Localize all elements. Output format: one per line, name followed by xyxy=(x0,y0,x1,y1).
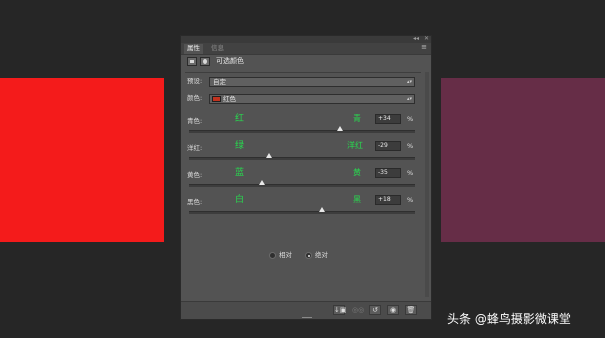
view-previous-icon[interactable]: ◎◎ xyxy=(351,305,364,315)
slider-thumb[interactable] xyxy=(259,180,266,185)
slider-thumb[interactable] xyxy=(266,153,273,158)
slider-row: 青色: 红 青 +34% xyxy=(187,113,419,137)
slider-value-input[interactable]: +18 xyxy=(375,195,401,205)
mask-icon[interactable] xyxy=(200,57,210,66)
slider-thumb[interactable] xyxy=(319,207,326,212)
slider-track[interactable] xyxy=(189,211,415,214)
slider-name: 青色: xyxy=(187,117,203,125)
absolute-radio[interactable] xyxy=(305,252,312,259)
slider-left-color-label: 蓝 xyxy=(235,168,245,178)
color-value: 红色 xyxy=(223,95,236,103)
slider-row: 黑色: 白 黑 +18% xyxy=(187,194,419,218)
adjustment-title: 可选颜色 xyxy=(216,57,244,65)
color-label: 颜色: xyxy=(187,94,203,102)
slider-value-input[interactable]: -35 xyxy=(375,168,401,178)
tab-info[interactable]: 信息 xyxy=(208,44,227,53)
chevron-updown-icon: ▴▾ xyxy=(406,79,412,85)
original-red-swatch xyxy=(0,78,164,242)
slider-track[interactable] xyxy=(189,130,415,133)
slider-right-color-label: 青 xyxy=(353,114,361,123)
collapse-icon[interactable]: ◂◂ xyxy=(413,35,419,43)
chevron-updown-icon: ▴▾ xyxy=(406,96,412,102)
adjustment-header: 可选颜色 xyxy=(187,56,417,70)
slider-left-color-label: 绿 xyxy=(235,141,245,151)
panel-menu-icon[interactable]: ≡ xyxy=(421,43,427,51)
adjustment-layer-icon xyxy=(187,57,197,66)
adjusted-color-swatch xyxy=(441,78,605,242)
slider-left-color-label: 红 xyxy=(235,114,245,124)
tab-properties[interactable]: 属性 xyxy=(184,44,203,54)
resize-grip[interactable] xyxy=(302,317,312,318)
slider-thumb[interactable] xyxy=(337,126,344,131)
slider-left-color-label: 白 xyxy=(235,195,245,205)
percent-label: % xyxy=(407,115,414,123)
panel-titlebar: ◂◂ ✕ xyxy=(181,35,431,43)
slider-name: 黄色: xyxy=(187,171,203,179)
panel-scrollbar[interactable] xyxy=(425,72,429,297)
trash-icon[interactable]: 🗑 xyxy=(405,305,417,315)
slider-row: 黄色: 蓝 黄 -35% xyxy=(187,167,419,191)
reset-icon[interactable]: ↺ xyxy=(369,305,381,315)
slider-value-input[interactable]: +34 xyxy=(375,114,401,124)
slider-track[interactable] xyxy=(189,157,415,160)
slider-right-color-label: 黄 xyxy=(353,168,361,177)
slider-track[interactable] xyxy=(189,184,415,187)
panel-tabs: 属性 信息 ≡ xyxy=(181,43,431,55)
relative-radio[interactable] xyxy=(269,252,276,259)
slider-value-input[interactable]: -29 xyxy=(375,141,401,151)
percent-label: % xyxy=(407,196,414,204)
slider-name: 洋红: xyxy=(187,144,203,152)
slider-right-color-label: 洋红 xyxy=(347,141,363,150)
absolute-label: 绝对 xyxy=(315,251,328,259)
red-color-chip xyxy=(212,96,221,102)
preset-value: 自定 xyxy=(213,78,226,86)
slider-name: 黑色: xyxy=(187,198,203,206)
close-icon[interactable]: ✕ xyxy=(424,35,429,43)
method-radio-group: 相对 绝对 xyxy=(181,251,433,263)
watermark-text: 头条 @蜂鸟摄影微课堂 xyxy=(447,312,571,326)
percent-label: % xyxy=(407,142,414,150)
relative-label: 相对 xyxy=(279,251,292,259)
preset-label: 预设: xyxy=(187,77,203,85)
preset-dropdown[interactable]: 自定 ▴▾ xyxy=(209,77,415,87)
panel-footer: ↓▣ ◎◎ ↺ ◉ 🗑 xyxy=(181,301,431,319)
slider-right-color-label: 黑 xyxy=(353,195,361,204)
color-dropdown[interactable]: 红色 ▴▾ xyxy=(209,94,415,104)
slider-row: 洋红: 绿 洋红 -29% xyxy=(187,140,419,164)
percent-label: % xyxy=(407,169,414,177)
divider xyxy=(185,72,421,73)
visibility-eye-icon[interactable]: ◉ xyxy=(387,305,399,315)
clip-to-layer-icon[interactable]: ↓▣ xyxy=(333,305,346,315)
properties-panel: ◂◂ ✕ 属性 信息 ≡ 可选颜色 预设: 自定 ▴▾ 颜色: 红色 ▴▾ 青色… xyxy=(180,35,432,320)
